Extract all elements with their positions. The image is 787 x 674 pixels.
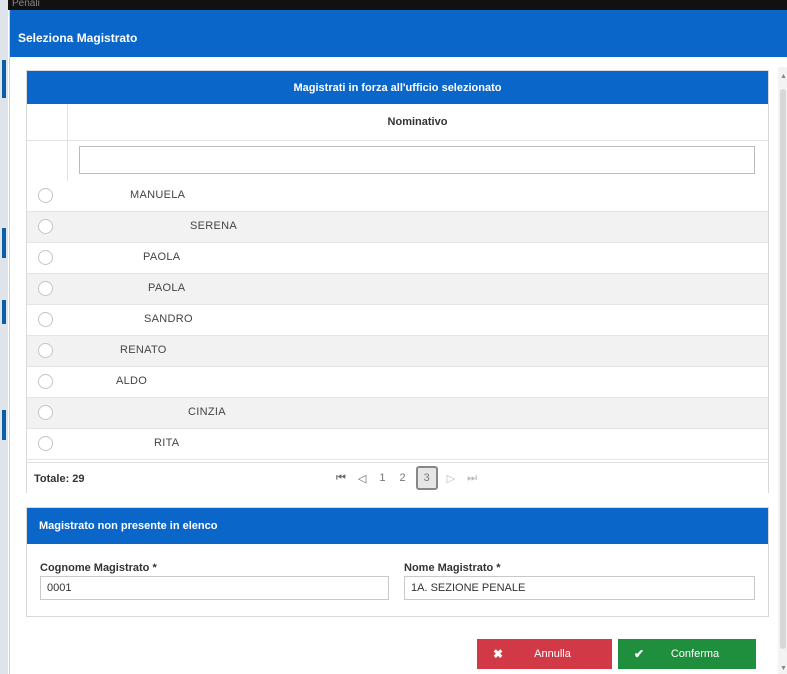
row-name: SERENA: [190, 220, 238, 232]
table-row[interactable]: SANDRO: [27, 305, 768, 336]
table-rows: MANUELA SERENA PAOLA PAOLA SANDRO RENATO: [27, 181, 768, 460]
page-button[interactable]: 1: [379, 472, 385, 484]
first-page-icon[interactable]: ⏮: [336, 472, 346, 485]
row-radio[interactable]: [38, 405, 53, 420]
surname-label: Cognome Magistrato *: [40, 562, 157, 574]
select-magistrate-dialog: Seleziona Magistrato ▲ ▼ Magistrati in f…: [9, 10, 787, 674]
total-count: Totale: 29: [34, 473, 85, 485]
row-name: PAOLA: [148, 282, 186, 294]
prev-page-icon[interactable]: ◁: [358, 472, 366, 485]
table-row[interactable]: MANUELA: [27, 181, 768, 212]
page-button[interactable]: 2: [400, 472, 406, 484]
filter-row: [27, 141, 768, 182]
close-icon: ✖: [492, 647, 504, 661]
table-column-header: Nominativo: [27, 104, 768, 210]
name-label: Nome Magistrato *: [404, 562, 501, 574]
row-name: MANUELA: [130, 189, 186, 201]
surname-input[interactable]: [40, 576, 389, 600]
check-icon: ✔: [633, 647, 645, 661]
table-row[interactable]: RITA: [27, 429, 768, 460]
table-row[interactable]: SERENA: [27, 212, 768, 243]
nominativo-filter-input[interactable]: [79, 146, 755, 174]
background-page-bar: Penali: [0, 0, 787, 10]
column-header-nominativo[interactable]: Nominativo: [67, 104, 768, 140]
dialog-scrollbar[interactable]: ▲ ▼: [778, 67, 787, 674]
row-name: CINZIA: [188, 406, 226, 418]
confirm-button-label: Conferma: [670, 648, 720, 660]
row-name: PAOLA: [143, 251, 181, 263]
scroll-down-icon[interactable]: ▼: [780, 665, 787, 672]
row-radio[interactable]: [38, 312, 53, 327]
magistrates-table-panel: Magistrati in forza all'ufficio selezion…: [26, 70, 769, 493]
row-name: RENATO: [120, 344, 167, 356]
table-row[interactable]: ALDO: [27, 367, 768, 398]
next-page-icon[interactable]: ▷: [447, 472, 455, 485]
table-row[interactable]: RENATO: [27, 336, 768, 367]
row-radio[interactable]: [38, 188, 53, 203]
background-page-strip: [0, 0, 8, 674]
confirm-button[interactable]: ✔ Conferma: [618, 639, 756, 669]
page-button-current[interactable]: 3: [415, 466, 438, 490]
dialog-title: Seleziona Magistrato: [10, 10, 787, 57]
row-radio[interactable]: [38, 436, 53, 451]
table-panel-heading: Magistrati in forza all'ufficio selezion…: [27, 71, 768, 104]
last-page-icon[interactable]: ⏭: [467, 472, 477, 485]
row-radio[interactable]: [38, 343, 53, 358]
table-row[interactable]: CINZIA: [27, 398, 768, 429]
table-row[interactable]: PAOLA: [27, 274, 768, 305]
row-radio[interactable]: [38, 250, 53, 265]
row-name: RITA: [154, 437, 180, 449]
row-radio[interactable]: [38, 281, 53, 296]
row-radio[interactable]: [38, 219, 53, 234]
manual-entry-panel: Magistrato non presente in elenco Cognom…: [26, 507, 769, 617]
row-name: ALDO: [116, 375, 148, 387]
table-footer: Totale: 29 ⏮ ◁ 1 2 3 ▷ ⏭: [27, 462, 768, 493]
scroll-up-icon[interactable]: ▲: [780, 73, 787, 80]
background-page-text: Penali: [12, 0, 40, 9]
row-name: SANDRO: [144, 313, 193, 325]
manual-panel-heading: Magistrato non presente in elenco: [27, 508, 768, 544]
row-radio[interactable]: [38, 374, 53, 389]
name-input[interactable]: [404, 576, 755, 600]
table-row[interactable]: PAOLA: [27, 243, 768, 274]
scrollbar-thumb[interactable]: [780, 89, 786, 649]
pagination: ⏮ ◁ 1 2 3 ▷ ⏭: [330, 463, 483, 493]
cancel-button[interactable]: ✖ Annulla: [477, 639, 612, 669]
cancel-button-label: Annulla: [534, 648, 571, 660]
